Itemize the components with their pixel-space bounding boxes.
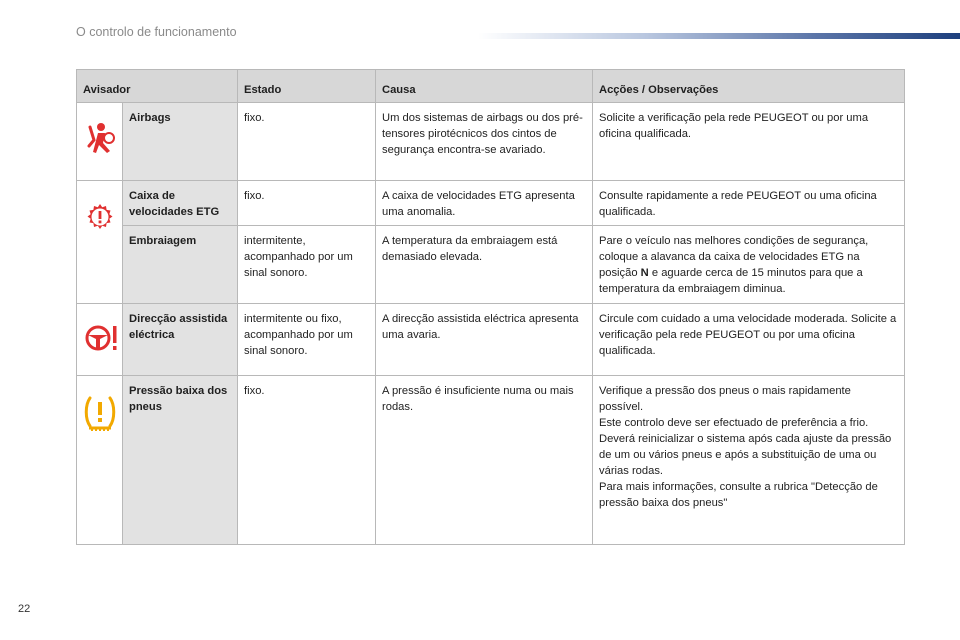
airbag-warning-icon (87, 123, 115, 153)
column-header-causa: Causa (375, 69, 593, 103)
accoes-cell: Circule com cuidado a uma velocidade mod… (592, 303, 905, 376)
accoes-cell: Consulte rapidamente a rede PEUGEOT ou u… (592, 180, 905, 226)
causa-cell: A direcção assistida eléctrica apresenta… (375, 303, 593, 376)
column-header-estado: Estado (237, 69, 376, 103)
icon-cell (76, 375, 123, 545)
accoes-line: Este controlo deve ser efectuado de pref… (599, 417, 869, 429)
accoes-line: Verifique a pressão dos pneus o mais rap… (599, 385, 851, 413)
estado-cell: fixo. (237, 375, 376, 545)
warning-name: Caixa de velocidades ETG (122, 180, 238, 226)
gear-position-n: N (640, 267, 649, 279)
table-row-direccao: Direcção assistida eléctrica intermitent… (76, 303, 905, 376)
table-row-caixa-etg: Caixa de velocidades ETG fixo. A caixa d… (76, 180, 905, 304)
warning-name: Direcção assistida eléctrica (122, 303, 238, 376)
accoes-line: Deverá reinicializar o sistema após cada… (599, 433, 892, 477)
accoes-cell: Pare o veículo nas melhores condições de… (592, 225, 905, 304)
accoes-cell: Solicite a verificação pela rede PEUGEOT… (592, 102, 905, 181)
table-row-embraiagem: Embraiagem intermitente, acompanhado por… (77, 225, 905, 304)
causa-cell: A temperatura da embraiagem está demasia… (375, 225, 593, 304)
warning-name: Pressão baixa dos pneus (122, 375, 238, 545)
estado-cell: intermitente ou fixo, acompanhado por um… (237, 303, 376, 376)
warning-name: Embraiagem (122, 225, 238, 304)
column-header-avisador: Avisador (76, 69, 238, 103)
warning-lamps-table: Avisador Estado Causa Acções / Observaçõ… (76, 69, 905, 545)
tyre-pressure-warning-icon (84, 396, 115, 431)
table-row-pressao-pneus: Pressão baixa dos pneus fixo. A pressão … (76, 375, 905, 545)
causa-cell: Um dos sistemas de airbags ou dos pré-te… (375, 102, 593, 181)
estado-cell: fixo. (237, 102, 376, 181)
causa-cell: A pressão é insuficiente numa ou mais ro… (375, 375, 593, 545)
icon-cell (76, 180, 123, 304)
causa-cell: A caixa de velocidades ETG apresenta uma… (375, 180, 593, 226)
page-number: 22 (18, 603, 31, 615)
accoes-cell: Verifique a pressão dos pneus o mais rap… (592, 375, 905, 545)
power-steering-warning-icon (85, 325, 117, 351)
icon-cell (76, 303, 123, 376)
section-title: O controlo de funcionamento (76, 25, 237, 39)
accoes-line: Para mais informações, consulte a rubric… (599, 481, 878, 509)
header-gradient-bar (478, 33, 960, 39)
column-header-accoes: Acções / Observações (592, 69, 905, 103)
gearbox-service-warning-icon (87, 204, 113, 229)
table-header-row: Avisador Estado Causa Acções / Observaçõ… (76, 69, 905, 103)
table-row-airbags: Airbags fixo. Um dos sistemas de airbags… (76, 102, 905, 181)
warning-name: Airbags (122, 102, 238, 181)
estado-cell: intermitente, acompanhado por um sinal s… (237, 225, 376, 304)
estado-cell: fixo. (237, 180, 376, 226)
icon-cell (76, 102, 123, 181)
